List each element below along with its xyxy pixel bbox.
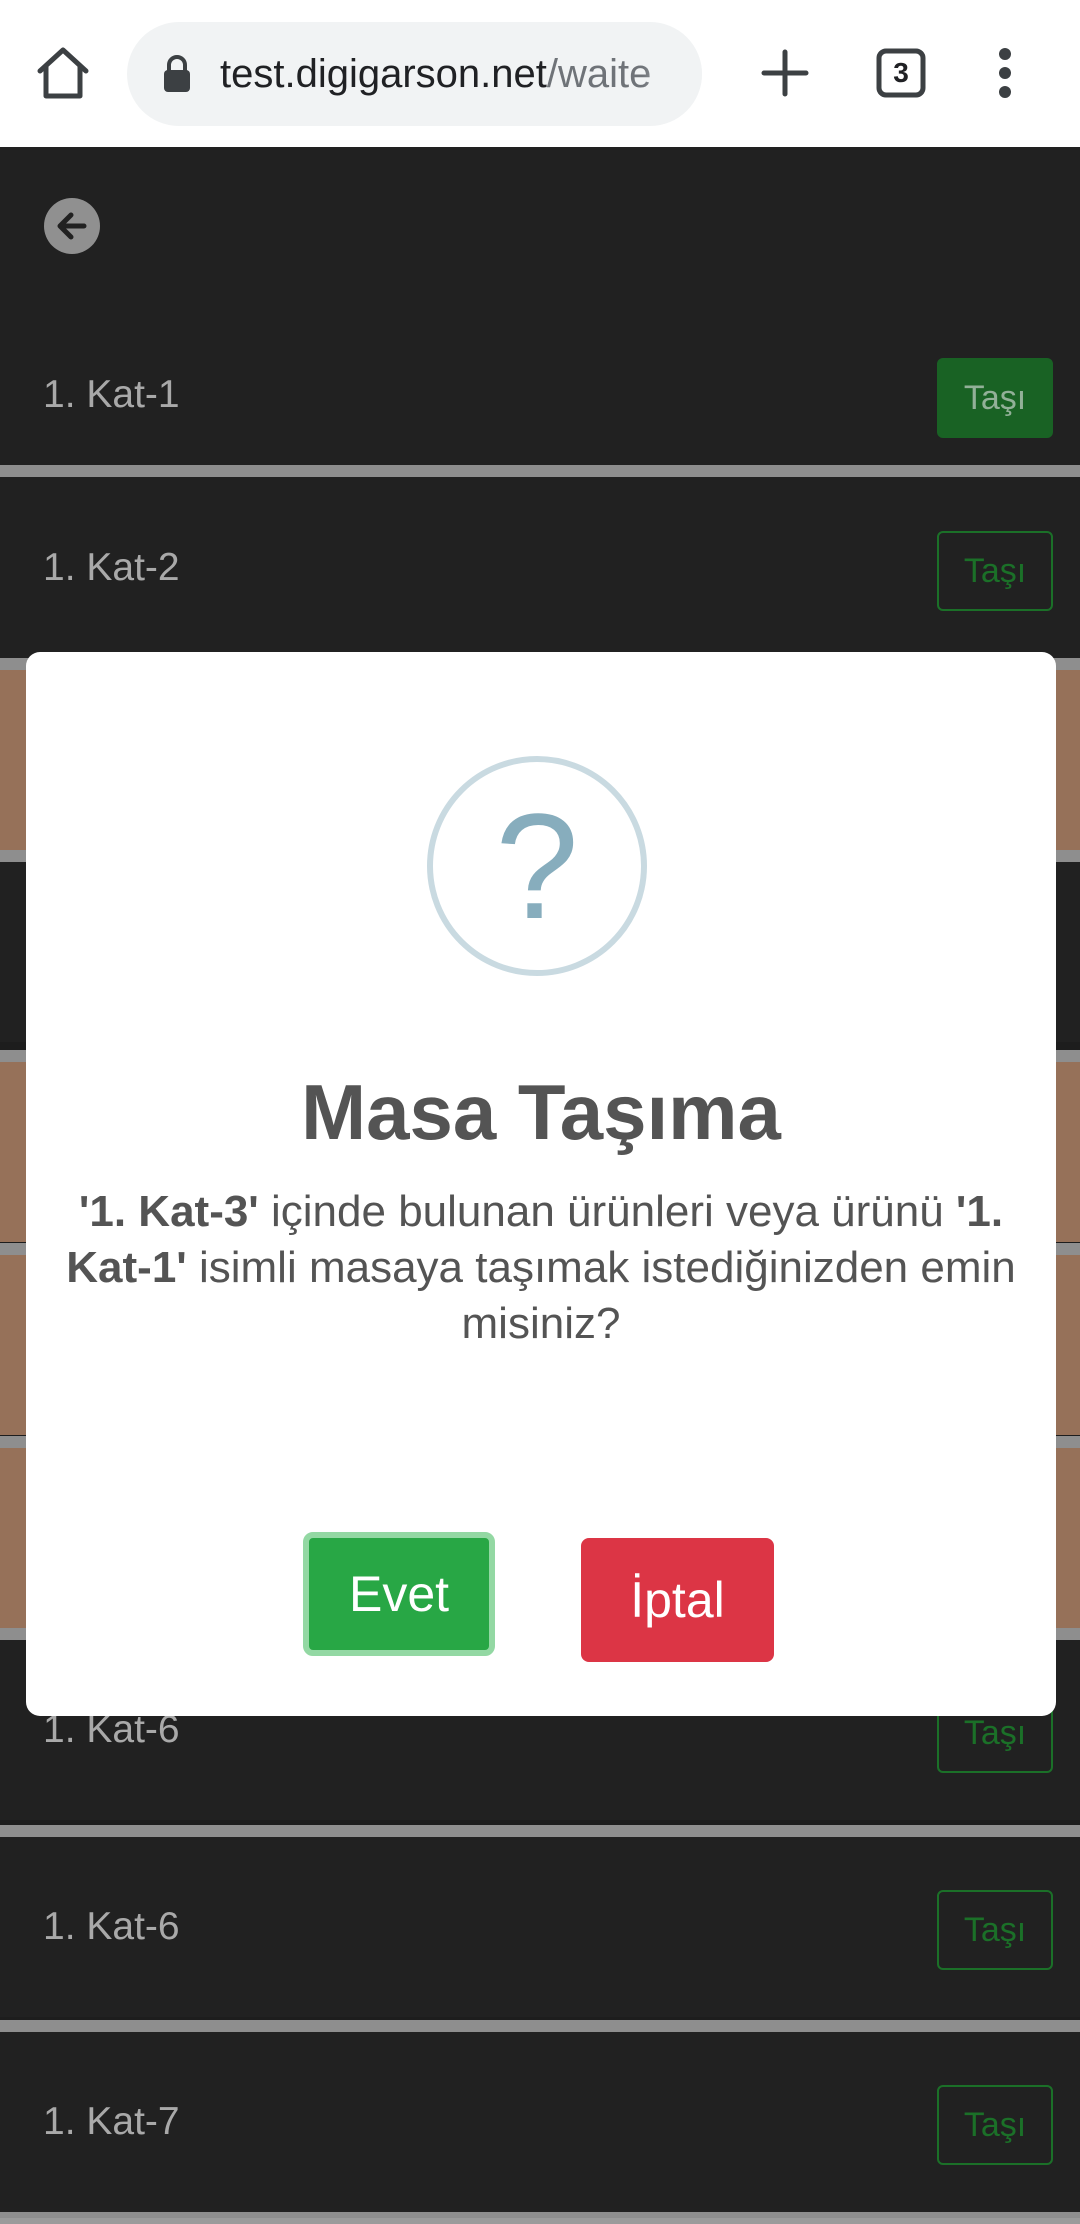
- dialog-message: '1. Kat-3' içinde bulunan ürünleri veya …: [66, 1184, 1016, 1352]
- dialog-title: Masa Taşıma: [301, 1068, 781, 1156]
- plus-icon[interactable]: [752, 40, 818, 106]
- lock-icon: [162, 54, 192, 94]
- tabs-icon[interactable]: 3: [868, 40, 934, 106]
- url-domain: test.digigarson.net: [220, 52, 547, 96]
- question-icon: ?: [427, 756, 647, 976]
- address-bar[interactable]: test.digigarson.net/waite: [127, 22, 702, 126]
- url-path: /waite: [546, 52, 652, 96]
- confirm-button[interactable]: Evet: [303, 1532, 495, 1656]
- url-text: test.digigarson.net/waite: [220, 22, 651, 126]
- message-text-1: içinde bulunan ürünleri veya ürünü: [258, 1187, 956, 1236]
- more-vert-icon[interactable]: [972, 40, 1038, 106]
- message-text-2: isimli masaya taşımak istediğinizden emi…: [186, 1243, 1016, 1348]
- question-glyph: ?: [495, 782, 579, 950]
- source-table-name: '1. Kat-3': [78, 1187, 259, 1236]
- browser-toolbar: test.digigarson.net/waite 3: [0, 0, 1080, 147]
- cancel-button[interactable]: İptal: [581, 1538, 774, 1662]
- url-fade: [642, 22, 702, 126]
- tab-count: 3: [893, 57, 909, 88]
- confirm-dialog: ? Masa Taşıma '1. Kat-3' içinde bulunan …: [26, 652, 1056, 1716]
- home-icon[interactable]: [30, 40, 96, 106]
